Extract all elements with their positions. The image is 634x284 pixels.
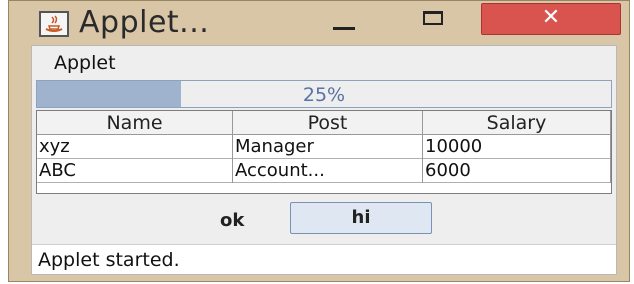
- progress-bar: 25%: [36, 80, 612, 108]
- cell-name[interactable]: xyz: [37, 135, 233, 159]
- applet-content: Applet 25% Name Post Salary xyz Manager …: [31, 45, 617, 275]
- menu-applet[interactable]: Applet: [54, 52, 116, 74]
- cell-post[interactable]: Account...: [233, 159, 423, 183]
- menu-bar: Applet: [32, 46, 616, 78]
- status-text: Applet started.: [38, 249, 180, 271]
- column-header-post[interactable]: Post: [233, 111, 423, 135]
- table-row[interactable]: ABC Account... 6000: [37, 159, 611, 183]
- window-title: Applet...: [79, 5, 210, 40]
- cell-salary[interactable]: 6000: [423, 159, 611, 183]
- column-header-name[interactable]: Name: [37, 111, 233, 135]
- status-bar: Applet started.: [32, 244, 616, 274]
- minimize-icon[interactable]: [327, 13, 361, 35]
- table-row[interactable]: xyz Manager 10000: [37, 135, 611, 159]
- progress-label: 25%: [302, 84, 346, 106]
- java-icon[interactable]: [39, 11, 69, 37]
- table-header: Name Post Salary: [37, 111, 611, 135]
- cell-salary[interactable]: 10000: [423, 135, 611, 159]
- maximize-icon[interactable]: [417, 9, 451, 31]
- applet-window: Applet... ✕ Applet 25% Name Post Salary …: [8, 0, 630, 282]
- close-icon: ✕: [541, 5, 561, 30]
- title-bar[interactable]: Applet... ✕: [9, 1, 629, 45]
- cell-name[interactable]: ABC: [37, 159, 233, 183]
- column-header-salary[interactable]: Salary: [423, 111, 611, 135]
- cell-post[interactable]: Manager: [233, 135, 423, 159]
- employee-table: Name Post Salary xyz Manager 10000 ABC A…: [36, 110, 612, 194]
- close-button[interactable]: ✕: [481, 3, 621, 35]
- ok-label: ok: [220, 210, 245, 231]
- hi-button[interactable]: hi: [290, 202, 432, 234]
